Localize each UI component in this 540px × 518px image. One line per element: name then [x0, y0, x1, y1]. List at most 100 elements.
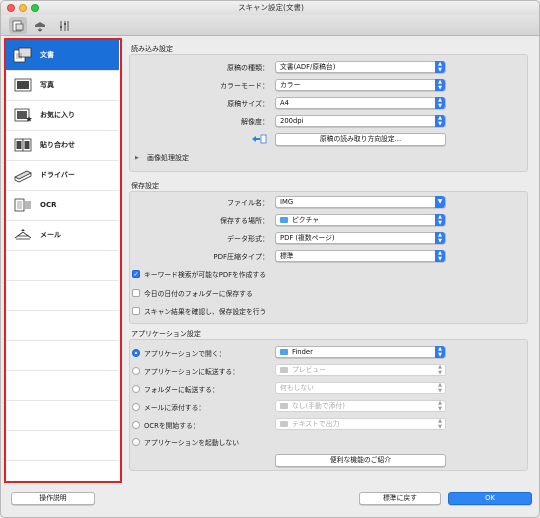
- sidebar-item-favorites[interactable]: お気に入り: [6, 100, 119, 130]
- no-app-radio[interactable]: アプリケーションを起動しない: [132, 437, 239, 447]
- send-folder-label: フォルダーに転送する：: [144, 386, 219, 394]
- image-processing-label[interactable]: 画像処理設定: [147, 153, 189, 163]
- check-results-checkbox[interactable]: スキャン結果を確認し、保存設定を行う: [132, 306, 266, 316]
- send-folder-radio[interactable]: フォルダーに転送する：: [132, 384, 219, 394]
- chevron-updown-icon: ▲ ▼: [435, 232, 445, 244]
- source-value: 文書(ADF/原稿台): [280, 63, 336, 71]
- sidebar-item-label: 写真: [40, 81, 54, 89]
- chevron-updown-icon: ▲ ▼: [438, 364, 442, 376]
- minimize-window-button[interactable]: [19, 4, 27, 12]
- keyword-pdf-checkbox[interactable]: ✓ キーワード検索が可能なPDFを作成する: [132, 269, 266, 279]
- sidebar-item-label: ドライバー: [40, 171, 75, 179]
- finder-icon: [280, 349, 288, 355]
- scan-from-panel-icon[interactable]: [31, 17, 49, 34]
- start-ocr-value: テキストで出力: [292, 420, 340, 428]
- disclosure-triangle-icon[interactable]: ▶: [135, 155, 139, 161]
- scan-from-computer-icon[interactable]: [9, 17, 27, 34]
- start-ocr-select[interactable]: テキストで出力 ▲ ▼: [275, 418, 446, 430]
- data-format-select[interactable]: PDF (複数ページ) ▲ ▼: [275, 232, 446, 244]
- chevron-updown-icon: ▲ ▼: [435, 346, 445, 358]
- paper-size-select[interactable]: A4 ▲ ▼: [275, 97, 446, 109]
- favorites-icon: [12, 106, 34, 124]
- instructions-button[interactable]: 操作説明: [11, 492, 95, 505]
- resolution-label: 解像度：: [241, 118, 269, 126]
- color-mode-select[interactable]: カラー ▲ ▼: [275, 79, 446, 91]
- driver-icon: [12, 166, 34, 184]
- paper-size-label: 原稿サイズ：: [227, 100, 269, 108]
- radio-icon: [132, 421, 140, 429]
- source-label: 原稿の種類：: [227, 64, 269, 72]
- radio-icon: [132, 385, 140, 393]
- ok-button[interactable]: OK: [448, 492, 532, 505]
- divider: [6, 280, 119, 281]
- source-select[interactable]: 文書(ADF/原稿台) ▲ ▼: [275, 61, 446, 73]
- send-folder-select[interactable]: 何もしない ▲ ▼: [275, 382, 446, 394]
- divider: [6, 310, 119, 311]
- divider: [6, 250, 119, 251]
- send-app-radio[interactable]: アプリケーションに転送する：: [132, 366, 239, 376]
- attach-mail-radio[interactable]: メールに添付する：: [132, 402, 205, 412]
- radio-icon: [132, 403, 140, 411]
- sidebar-item-document[interactable]: 文書: [6, 40, 119, 70]
- date-folder-checkbox[interactable]: 今日の日付のフォルダーに保存する: [132, 288, 253, 298]
- sidebar-item-label: 貼り合わせ: [40, 141, 75, 149]
- title-bar: スキャン設定(文書): [1, 1, 539, 15]
- filename-value: IMG: [280, 198, 294, 206]
- chevron-updown-icon: ▲ ▼: [435, 79, 445, 91]
- send-app-value: プレビュー: [292, 366, 326, 374]
- sidebar-item-ocr[interactable]: OCR: [6, 190, 119, 220]
- chevron-updown-icon: ▲ ▼: [435, 250, 445, 262]
- divider: [6, 370, 119, 371]
- save-location-select[interactable]: ピクチャ ▲ ▼: [275, 214, 446, 226]
- photo-scan-icon: [12, 76, 34, 94]
- data-format-label: データ形式：: [227, 235, 269, 243]
- chevron-updown-icon: ▲ ▼: [438, 382, 442, 394]
- text-output-icon: [280, 421, 288, 427]
- sidebar-item-label: お気に入り: [40, 111, 75, 119]
- date-folder-label: 今日の日付のフォルダーに保存する: [144, 290, 253, 298]
- sidebar-item-photo[interactable]: 写真: [6, 70, 119, 100]
- checkbox-icon: [132, 307, 140, 315]
- divider: [6, 340, 119, 341]
- sidebar-item-label: メール: [40, 231, 61, 239]
- orientation-icon: [251, 134, 267, 144]
- pdf-compression-label: PDF圧縮タイプ：: [213, 253, 269, 261]
- mail-app-icon: [280, 403, 288, 409]
- send-folder-value: 何もしない: [280, 384, 314, 392]
- color-mode-label: カラーモード：: [220, 82, 269, 90]
- send-app-label: アプリケーションに転送する：: [144, 368, 240, 376]
- sidebar-item-stitch[interactable]: 貼り合わせ: [6, 130, 119, 160]
- chevron-updown-icon: ▲ ▼: [435, 61, 445, 73]
- zoom-window-button[interactable]: [31, 4, 39, 12]
- data-format-value: PDF (複数ページ): [280, 234, 335, 242]
- save-settings-title: 保存設定: [131, 182, 159, 190]
- sidebar-item-label: OCR: [40, 201, 57, 209]
- open-app-select[interactable]: Finder ▲ ▼: [275, 346, 446, 358]
- general-settings-icon[interactable]: [55, 17, 73, 34]
- chevron-updown-icon: ▲ ▼: [435, 97, 445, 109]
- mail-icon: [12, 226, 34, 244]
- close-window-button[interactable]: [7, 4, 15, 12]
- app-settings-title: アプリケーション設定: [131, 330, 201, 338]
- window-title: スキャン設定(文書): [238, 3, 304, 12]
- save-location-value: ピクチャ: [292, 216, 320, 224]
- resolution-select[interactable]: 200dpi ▲ ▼: [275, 115, 446, 127]
- attach-mail-select[interactable]: なし(手動で添付) ▲ ▼: [275, 400, 446, 412]
- folder-icon: [280, 217, 288, 223]
- sidebar-item-driver[interactable]: ドライバー: [6, 160, 119, 190]
- send-app-select[interactable]: プレビュー ▲ ▼: [275, 364, 446, 376]
- scan-settings-window: スキャン設定(文書) 文書 写真 お気に入り 貼り合わせ ドライバー OCR メ…: [0, 0, 540, 518]
- filename-combo[interactable]: IMG ▼: [275, 196, 446, 208]
- chevron-updown-icon: ▲ ▼: [438, 418, 442, 430]
- orientation-settings-button[interactable]: 原稿の読み取り方向設定...: [275, 133, 446, 146]
- sidebar-item-mail[interactable]: メール: [6, 220, 119, 250]
- start-ocr-radio[interactable]: OCRを開始する：: [132, 420, 200, 430]
- open-app-radio[interactable]: アプリケーションで開く：: [132, 348, 225, 358]
- paper-size-value: A4: [280, 99, 289, 107]
- more-functions-button[interactable]: 便利な機能のご紹介: [275, 454, 446, 467]
- defaults-button[interactable]: 標準に戻す: [359, 492, 441, 505]
- start-ocr-label: OCRを開始する：: [144, 422, 200, 430]
- pdf-compression-select[interactable]: 標準 ▲ ▼: [275, 250, 446, 262]
- chevron-updown-icon: ▲ ▼: [435, 115, 445, 127]
- no-app-label: アプリケーションを起動しない: [144, 439, 240, 447]
